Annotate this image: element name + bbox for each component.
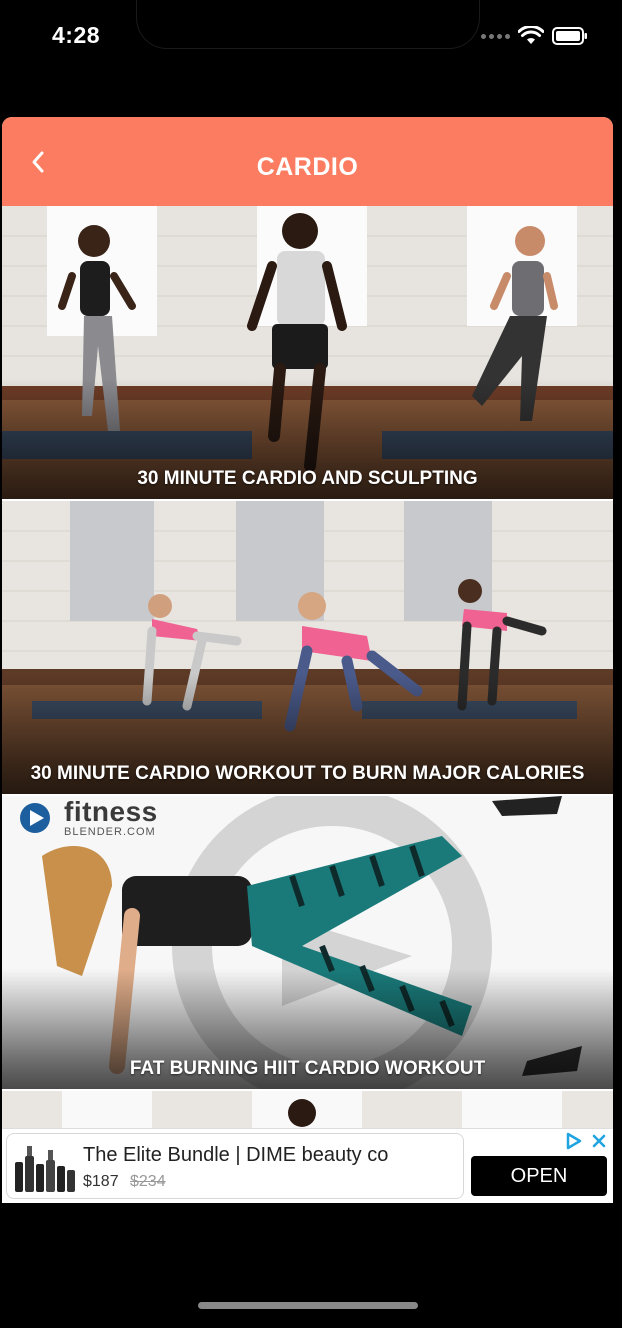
workout-title: FAT BURNING HIIT CARDIO WORKOUT — [129, 1058, 486, 1079]
workout-card-1[interactable]: 30 MINUTE CARDIO AND SCULPTING — [2, 206, 613, 499]
page-title: CARDIO — [256, 153, 359, 181]
status-time: 4:28 — [52, 22, 101, 48]
ad-original-price: $234 — [130, 1173, 166, 1190]
play-logo-icon — [20, 803, 50, 833]
ad-banner[interactable]: The Elite Bundle | DIME beauty co $187 $… — [2, 1128, 613, 1203]
app-screen: CARDIO 30 MINUTE CARDIO AND SCULPTING 30… — [2, 117, 613, 1203]
notch — [137, 0, 479, 48]
ad-title: The Elite Bundle | DIME beauty co — [83, 1144, 389, 1166]
product-image — [15, 1146, 75, 1192]
brand-subtitle: BLENDER.COM — [64, 826, 156, 838]
workout-card-4[interactable] — [2, 1091, 613, 1128]
workout-title: 30 MINUTE CARDIO AND SCULPTING — [137, 468, 478, 489]
workout-card-3[interactable]: fitness BLENDER.COM FAT BURNING HIIT CAR… — [2, 796, 613, 1089]
fitness-blender-logo: fitness BLENDER.COM — [18, 798, 158, 838]
ad-controls — [565, 1132, 607, 1150]
workout-title: 30 MINUTE CARDIO WORKOUT TO BURN MAJOR C… — [30, 763, 585, 784]
signal-icon — [481, 33, 510, 39]
close-icon[interactable] — [591, 1133, 607, 1149]
ad-price: $187 — [83, 1173, 119, 1190]
home-indicator[interactable] — [198, 1302, 418, 1309]
phone-frame: 4:28 CARDIO 30 MINUTE CARDIO AND SCULPTI… — [0, 0, 622, 1328]
workout-thumbnail — [2, 1091, 613, 1128]
header-bar: CARDIO — [2, 117, 613, 206]
brand-name: fitness — [64, 796, 158, 827]
ad-content[interactable]: The Elite Bundle | DIME beauty co $187 $… — [6, 1133, 464, 1199]
workout-card-2[interactable]: 30 MINUTE CARDIO WORKOUT TO BURN MAJOR C… — [2, 501, 613, 794]
ad-open-button[interactable]: OPEN — [471, 1156, 607, 1196]
battery-icon — [552, 27, 587, 45]
adchoices-icon[interactable] — [565, 1132, 583, 1150]
status-icons — [481, 26, 588, 46]
wifi-icon — [518, 26, 544, 44]
